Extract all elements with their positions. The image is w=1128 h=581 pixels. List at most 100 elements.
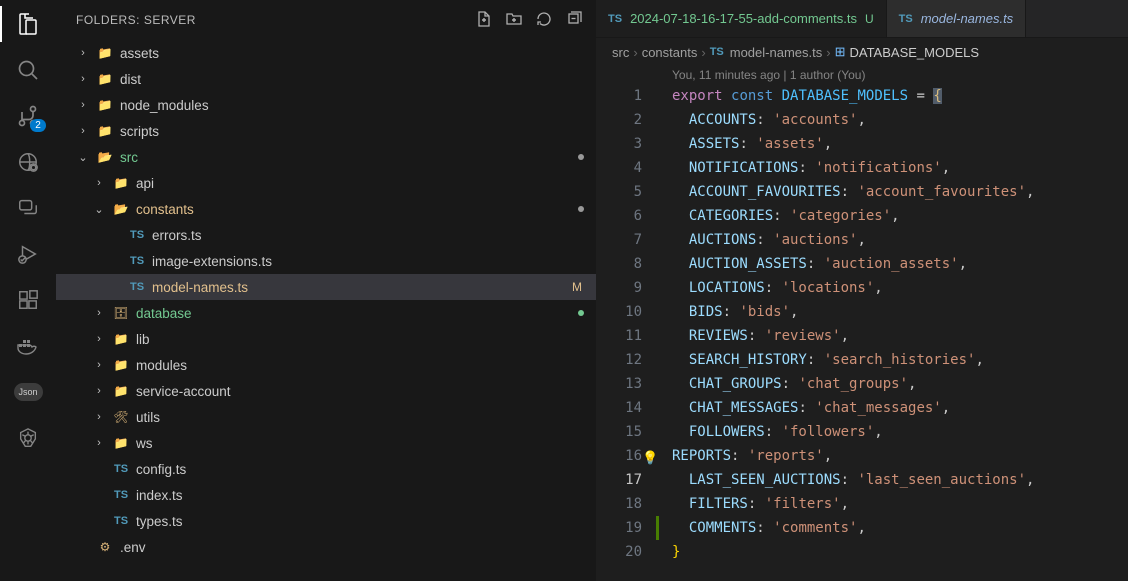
folder-row[interactable]: ›📁node_modules: [56, 92, 596, 118]
folder-row[interactable]: ›📁dist: [56, 66, 596, 92]
breadcrumb-part[interactable]: constants: [642, 45, 698, 60]
line-number: 8: [596, 252, 642, 276]
chevron-icon[interactable]: ›: [92, 411, 106, 423]
status-dot: [578, 154, 584, 160]
docker-icon[interactable]: [14, 332, 42, 360]
code-line[interactable]: CHAT_MESSAGES: 'chat_messages',: [662, 396, 1128, 420]
remote-explorer-icon[interactable]: [14, 148, 42, 176]
code-line[interactable]: SEARCH_HISTORY: 'search_histories',: [662, 348, 1128, 372]
new-folder-icon[interactable]: [506, 11, 522, 30]
code-line[interactable]: ASSETS: 'assets',: [662, 132, 1128, 156]
code-line[interactable]: CATEGORIES: 'categories',: [662, 204, 1128, 228]
tab-filename: 2024-07-18-16-17-55-add-comments.ts: [630, 11, 857, 26]
code-line[interactable]: COMMENTS: 'comments',: [662, 516, 1128, 540]
folder-row[interactable]: ⌄📂constants: [56, 196, 596, 222]
chat-icon[interactable]: [14, 194, 42, 222]
file-row[interactable]: TStypes.ts: [56, 508, 596, 534]
folder-row[interactable]: ›📁assets: [56, 40, 596, 66]
chevron-icon[interactable]: ›: [92, 307, 106, 319]
editor-tab[interactable]: TS2024-07-18-16-17-55-add-comments.tsU: [596, 0, 887, 37]
file-row[interactable]: TSindex.ts: [56, 482, 596, 508]
file-row[interactable]: TS errors.ts: [56, 222, 596, 248]
breadcrumb[interactable]: src › constants › TS model-names.ts › ⊞ …: [596, 38, 1128, 66]
code-line[interactable]: BIDS: 'bids',: [662, 300, 1128, 324]
ts-file-icon: TS: [128, 281, 146, 293]
folder-row[interactable]: ›🗄database: [56, 300, 596, 326]
code-lines[interactable]: export const DATABASE_MODELS = { ACCOUNT…: [662, 84, 1128, 564]
chevron-icon[interactable]: ›: [92, 359, 106, 371]
chevron-icon[interactable]: ⌄: [92, 203, 106, 216]
tree-item-label: model-names.ts: [152, 280, 566, 295]
folder-row[interactable]: ›📁ws: [56, 430, 596, 456]
line-number: 12: [596, 348, 642, 372]
debug-icon[interactable]: [14, 240, 42, 268]
chevron-icon[interactable]: ›: [76, 125, 90, 137]
search-icon[interactable]: [14, 56, 42, 84]
chevron-icon[interactable]: ›: [92, 437, 106, 449]
folder-row[interactable]: ⌄📂src: [56, 144, 596, 170]
json-ext-icon[interactable]: Json: [14, 378, 42, 406]
diff-added-indicator: [656, 516, 659, 540]
codelens[interactable]: You, 11 minutes ago | 1 author (You): [596, 66, 1128, 84]
folder-row[interactable]: ›📁service-account: [56, 378, 596, 404]
code-line[interactable]: AUCTIONS: 'auctions',: [662, 228, 1128, 252]
chevron-icon[interactable]: ›: [92, 177, 106, 189]
file-row[interactable]: TSmodel-names.tsM: [56, 274, 596, 300]
file-row[interactable]: TSimage-extensions.ts: [56, 248, 596, 274]
explorer-icon[interactable]: [14, 10, 42, 38]
code-line[interactable]: ACCOUNT_FAVOURITES: 'account_favourites'…: [662, 180, 1128, 204]
collapse-all-icon[interactable]: [566, 11, 582, 30]
chevron-icon[interactable]: ⌄: [76, 151, 90, 164]
code-line[interactable]: AUCTION_ASSETS: 'auction_assets',: [662, 252, 1128, 276]
code-line[interactable]: REVIEWS: 'reviews',: [662, 324, 1128, 348]
sidebar-header: FOLDERS: SERVER: [56, 0, 596, 40]
code-line[interactable]: FOLLOWERS: 'followers',: [662, 420, 1128, 444]
editor-area: TS2024-07-18-16-17-55-add-comments.tsUTS…: [596, 0, 1128, 581]
breadcrumb-symbol[interactable]: DATABASE_MODELS: [849, 45, 979, 60]
line-number: 16💡: [596, 444, 642, 468]
chevron-icon[interactable]: ›: [92, 333, 106, 345]
ts-file-icon: TS: [112, 489, 130, 501]
extensions-icon[interactable]: [14, 286, 42, 314]
tree-item-label: errors.ts: [152, 228, 584, 243]
new-file-icon[interactable]: [476, 11, 492, 30]
lightbulb-icon[interactable]: 💡: [642, 447, 658, 471]
code-line[interactable]: }: [662, 540, 1128, 564]
folder-row[interactable]: ›📁scripts: [56, 118, 596, 144]
line-number: 9: [596, 276, 642, 300]
line-number: 10: [596, 300, 642, 324]
chevron-icon[interactable]: ›: [76, 47, 90, 59]
editor-tab[interactable]: TSmodel-names.ts: [887, 0, 1027, 37]
code-line[interactable]: LOCATIONS: 'locations',: [662, 276, 1128, 300]
chevron-icon[interactable]: ›: [92, 385, 106, 397]
breadcrumb-part[interactable]: model-names.ts: [730, 45, 822, 60]
folder-icon: 📁: [96, 98, 114, 112]
folder-icon: 📂: [112, 202, 130, 216]
line-number: 5: [596, 180, 642, 204]
file-row[interactable]: TSconfig.ts: [56, 456, 596, 482]
folder-row[interactable]: ›🛠utils: [56, 404, 596, 430]
status-dot: [578, 206, 584, 212]
code-line[interactable]: LAST_SEEN_AUCTIONS: 'last_seen_auctions'…: [662, 468, 1128, 492]
folder-row[interactable]: ›📁modules: [56, 352, 596, 378]
scm-icon[interactable]: 2: [14, 102, 42, 130]
file-tree[interactable]: ›📁assets›📁dist›📁node_modules›📁scripts⌄📂s…: [56, 40, 596, 581]
code-editor[interactable]: 12345678910111213141516💡17181920 export …: [596, 84, 1128, 564]
folder-row[interactable]: ›📁api: [56, 170, 596, 196]
code-line[interactable]: FILTERS: 'filters',: [662, 492, 1128, 516]
folder-icon: 📁: [96, 124, 114, 138]
file-row[interactable]: ⚙.env: [56, 534, 596, 560]
code-line[interactable]: ACCOUNTS: 'accounts',: [662, 108, 1128, 132]
breadcrumb-part[interactable]: src: [612, 45, 629, 60]
chevron-icon[interactable]: ›: [76, 99, 90, 111]
kubernetes-icon[interactable]: [14, 424, 42, 452]
code-line[interactable]: REPORTS: 'reports',: [662, 444, 1128, 468]
code-line[interactable]: export const DATABASE_MODELS = {: [662, 84, 1128, 108]
refresh-icon[interactable]: [536, 11, 552, 30]
code-line[interactable]: NOTIFICATIONS: 'notifications',: [662, 156, 1128, 180]
chevron-icon[interactable]: ›: [76, 73, 90, 85]
folder-row[interactable]: ›📁lib: [56, 326, 596, 352]
ts-file-icon: TS: [128, 229, 146, 241]
ts-file-icon: TS: [128, 255, 146, 267]
code-line[interactable]: CHAT_GROUPS: 'chat_groups',: [662, 372, 1128, 396]
